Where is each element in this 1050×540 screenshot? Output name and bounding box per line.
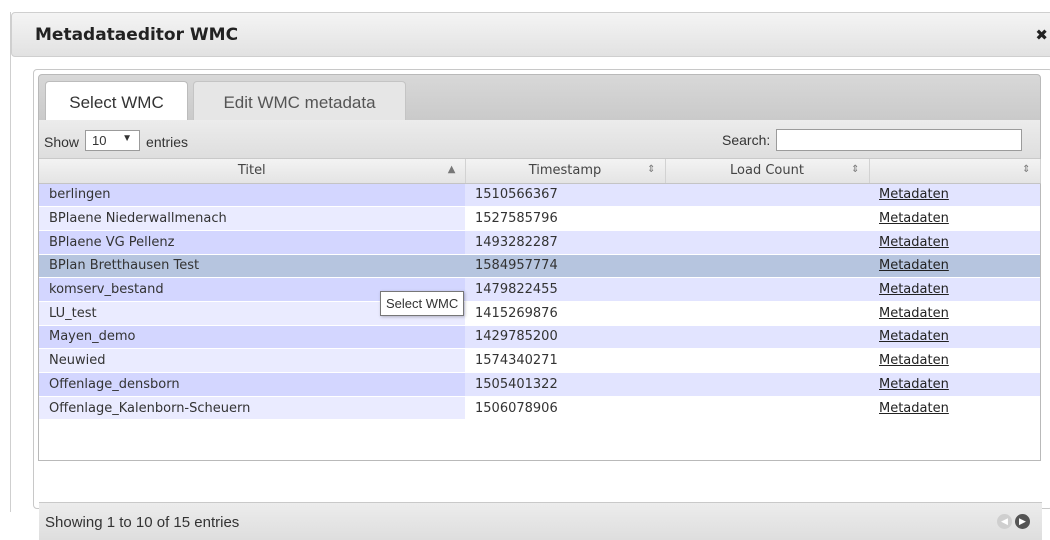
cell-timestamp: 1506078906 xyxy=(465,396,665,421)
chevron-down-icon: ▼ xyxy=(122,133,133,144)
cell-timestamp: 1505401322 xyxy=(465,372,665,397)
column-header-metadata[interactable]: ⇕ xyxy=(869,159,1041,184)
table-row[interactable]: Mayen_demo 1429785200 Metadaten xyxy=(39,325,1040,350)
table-row[interactable]: LU_test 1415269876 Metadaten xyxy=(39,301,1040,326)
previous-page-icon[interactable]: ◀ xyxy=(997,514,1012,529)
cell-title: Offenlage_densborn xyxy=(39,372,465,397)
cell-timestamp: 1527585796 xyxy=(465,206,665,231)
cell-title: BPlan Bretthausen Test xyxy=(39,254,465,279)
table-info: Showing 1 to 10 of 15 entries xyxy=(45,514,240,531)
cell-load-count xyxy=(665,301,869,326)
cell-load-count xyxy=(665,183,869,208)
cell-load-count xyxy=(665,277,869,302)
metadata-link[interactable]: Metadaten xyxy=(879,306,949,321)
column-header-timestamp[interactable]: Timestamp ⇕ xyxy=(465,159,666,184)
cell-title: berlingen xyxy=(39,183,465,208)
close-icon[interactable]: ✖ xyxy=(1035,26,1048,44)
cell-metadata: Metadaten xyxy=(869,277,1040,302)
show-label: Show xyxy=(44,133,80,150)
table-row[interactable]: BPlaene Niederwallmenach 1527585796 Metada… xyxy=(39,206,1040,231)
cell-metadata: Metadaten xyxy=(869,183,1040,208)
table-footer: Showing 1 to 10 of 15 entries ◀ ▶ xyxy=(39,502,1042,540)
table-row[interactable]: komserv_bestand 1479822455 Metadaten xyxy=(39,277,1040,302)
metadata-link[interactable]: Metadaten xyxy=(879,329,949,344)
cell-timestamp: 1510566367 xyxy=(465,183,665,208)
cell-metadata: Metadaten xyxy=(869,230,1040,255)
cell-timestamp: 1429785200 xyxy=(465,325,665,350)
cell-title: BPlaene VG Pellenz xyxy=(39,230,465,255)
cell-title: Mayen_demo xyxy=(39,325,465,350)
column-header-load-count[interactable]: Load Count ⇕ xyxy=(665,159,870,184)
sort-both-icon: ⇕ xyxy=(851,164,860,175)
cell-metadata: Metadaten xyxy=(869,372,1040,397)
cell-metadata: Metadaten xyxy=(869,348,1040,373)
dialog-title: Metadataeditor WMC xyxy=(35,25,239,45)
tab-edit-wmc-metadata[interactable]: Edit WMC metadata xyxy=(193,81,406,123)
search-input[interactable] xyxy=(776,129,1023,151)
column-label: Load Count xyxy=(730,163,804,179)
metadata-link[interactable]: Metadaten xyxy=(879,235,949,250)
wmc-table: Titel ▲ Timestamp ⇕ Load Count ⇕ ⇕ berli… xyxy=(39,159,1041,421)
cell-title: Neuwied xyxy=(39,348,465,373)
cell-metadata: Metadaten xyxy=(869,254,1040,279)
cell-metadata: Metadaten xyxy=(869,301,1040,326)
column-header-titel[interactable]: Titel ▲ xyxy=(39,159,466,184)
page-length-select[interactable]: 10 ▼ xyxy=(85,130,141,151)
cell-load-count xyxy=(665,372,869,397)
cell-timestamp: 1493282287 xyxy=(465,230,665,255)
cell-timestamp: 1479822455 xyxy=(465,277,665,302)
content-panel: Select WMC Edit WMC metadata Show 10 ▼ e… xyxy=(33,69,1050,540)
cell-metadata: Metadaten xyxy=(869,206,1040,231)
metadata-link[interactable]: Metadaten xyxy=(879,187,949,202)
metadata-editor-dialog: Metadataeditor WMC ✖ Select WMC Edit WMC… xyxy=(10,12,1050,540)
table-row[interactable]: BPlan Bretthausen Test 1584957774 Metadate… xyxy=(39,254,1040,279)
metadata-link[interactable]: Metadaten xyxy=(879,401,949,416)
metadata-link[interactable]: Metadaten xyxy=(879,282,949,297)
search-label: Search: xyxy=(722,132,771,148)
cell-title: BPlaene Niederwallmenach xyxy=(39,206,465,231)
table-row[interactable]: Offenlage_densborn 1505401322 Metadaten xyxy=(39,372,1040,397)
cell-timestamp: 1574340271 xyxy=(465,348,665,373)
cell-metadata: Metadaten xyxy=(869,396,1040,421)
metadata-link[interactable]: Metadaten xyxy=(879,353,949,368)
cell-load-count xyxy=(665,396,869,421)
sort-ascending-icon: ▲ xyxy=(447,164,456,175)
metadata-link[interactable]: Metadaten xyxy=(879,377,949,392)
cell-title: Offenlage_Kalenborn-Scheuern xyxy=(39,396,465,421)
page-length-value: 10 xyxy=(92,133,107,148)
table-row[interactable]: Offenlage_Kalenborn-Scheuern 1506078906 Me… xyxy=(39,396,1040,421)
cell-load-count xyxy=(665,230,869,255)
sort-both-icon: ⇕ xyxy=(1022,164,1031,175)
dialog-titlebar[interactable]: Metadataeditor WMC xyxy=(11,12,1050,57)
next-page-icon[interactable]: ▶ xyxy=(1015,514,1030,529)
page-length-control: Show 10 ▼ entries xyxy=(44,130,189,152)
wmc-table-wrapper: Show 10 ▼ entries Search: Titel ▲ Timest… xyxy=(38,120,1042,540)
table-row[interactable]: Neuwied 1574340271 Metadaten xyxy=(39,348,1040,373)
cell-load-count xyxy=(665,348,869,373)
table-toolbar: Show 10 ▼ entries Search: xyxy=(39,120,1040,159)
tab-select-wmc[interactable]: Select WMC xyxy=(45,81,188,123)
table-row[interactable]: berlingen 1510566367 Metadaten xyxy=(39,183,1040,208)
tab-bar: Select WMC Edit WMC metadata xyxy=(38,74,1041,123)
table-body: berlingen 1510566367 Metadaten BPlaene Nied… xyxy=(39,183,1040,421)
column-label: Titel xyxy=(237,163,266,179)
pagination: ◀ ▶ xyxy=(997,514,1030,529)
cell-timestamp: 1584957774 xyxy=(465,254,665,279)
table-header-row: Titel ▲ Timestamp ⇕ Load Count ⇕ ⇕ xyxy=(39,159,1041,184)
cell-load-count xyxy=(665,206,869,231)
entries-label: entries xyxy=(146,133,189,150)
tooltip: Select WMC xyxy=(380,291,465,316)
cell-metadata: Metadaten xyxy=(869,325,1040,350)
table-row[interactable]: BPlaene VG Pellenz 1493282287 Metadaten xyxy=(39,230,1040,255)
cell-load-count xyxy=(665,254,869,279)
column-label: Timestamp xyxy=(528,163,602,179)
metadata-link[interactable]: Metadaten xyxy=(879,258,949,273)
cell-timestamp: 1415269876 xyxy=(465,301,665,326)
sort-both-icon: ⇕ xyxy=(647,164,656,175)
metadata-link[interactable]: Metadaten xyxy=(879,211,949,226)
search-control: Search: xyxy=(722,129,1023,151)
cell-load-count xyxy=(665,325,869,350)
